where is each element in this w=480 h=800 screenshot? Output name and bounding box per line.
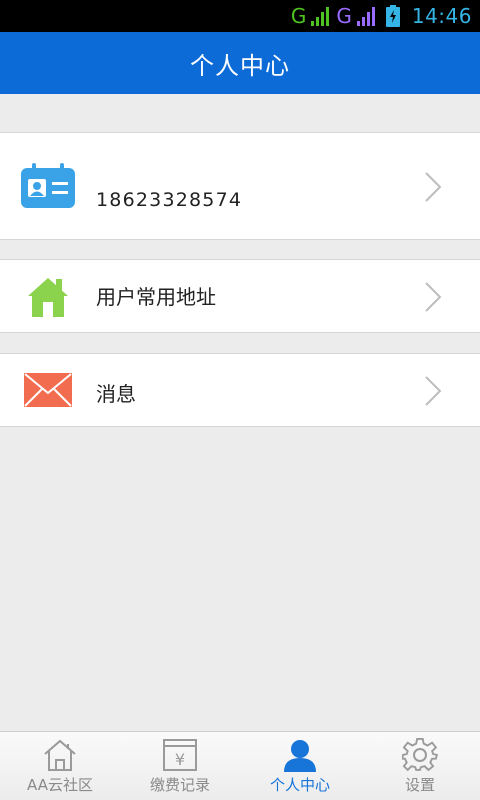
page-title: 个人中心 — [190, 51, 290, 80]
address-label: 用户常用地址 — [96, 285, 216, 309]
id-card-icon — [21, 163, 75, 208]
payment-record-icon: ¥ — [163, 739, 197, 771]
tab-settings[interactable]: 设置 — [360, 732, 480, 800]
gear-icon — [402, 738, 438, 772]
signal-strength-icon — [311, 7, 330, 26]
clock: 14:46 — [411, 4, 472, 28]
battery-charging-icon — [385, 5, 400, 27]
signal-strength-icon-2 — [356, 7, 375, 26]
tab-community-label: AA云社区 — [27, 776, 93, 794]
home-icon — [44, 739, 76, 771]
person-icon — [284, 740, 316, 772]
tab-payment-records-label: 缴费记录 — [149, 776, 210, 794]
chevron-right-icon — [425, 376, 442, 406]
chevron-right-icon — [425, 172, 442, 202]
status-bar: G G 14:46 — [0, 0, 480, 32]
profile-card[interactable]: 18623328574 — [0, 132, 480, 240]
envelope-icon — [24, 373, 72, 407]
bottom-nav: AA云社区 ¥ 缴费记录 个人中心 设置 — [0, 731, 480, 800]
tab-personal-center-label: 个人中心 — [269, 776, 330, 794]
house-icon — [28, 278, 68, 317]
tab-personal-center[interactable]: 个人中心 — [240, 732, 360, 800]
address-menu-item[interactable]: 用户常用地址 — [0, 259, 480, 333]
chevron-right-icon — [425, 282, 442, 312]
message-menu-item[interactable]: 消息 — [0, 353, 480, 427]
title-bar: 个人中心 — [0, 32, 480, 94]
phone-number: 18623328574 — [96, 189, 243, 211]
tab-community[interactable]: AA云社区 — [0, 732, 120, 800]
network-type-2: G — [336, 4, 352, 28]
svg-text:¥: ¥ — [175, 750, 185, 769]
tab-payment-records[interactable]: ¥ 缴费记录 — [120, 732, 240, 800]
message-label: 消息 — [96, 382, 136, 406]
network-type-1: G — [290, 4, 307, 28]
tab-settings-label: 设置 — [404, 776, 435, 794]
